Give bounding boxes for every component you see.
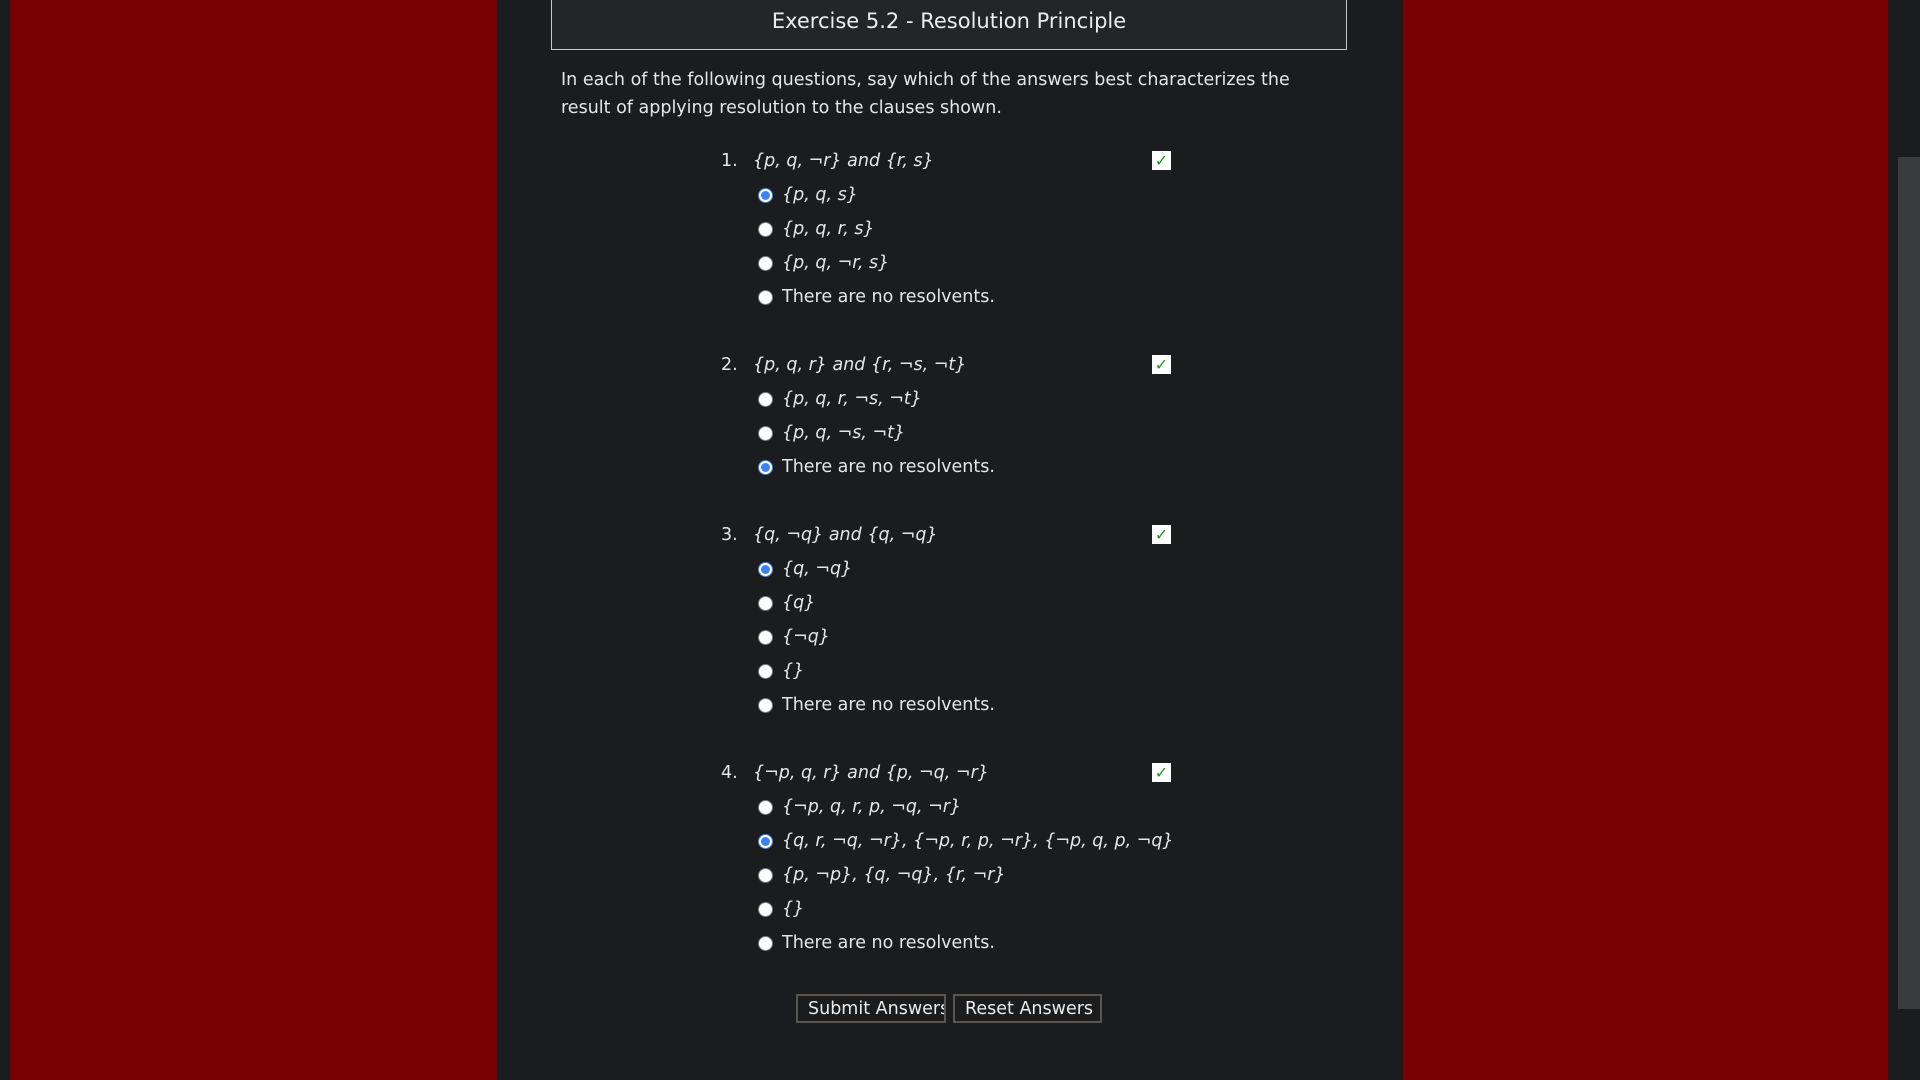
answer-label: {p, q, ¬r, s} xyxy=(782,253,890,273)
answer-radio[interactable] xyxy=(758,697,773,713)
answer-radio[interactable] xyxy=(758,459,773,475)
answer-label: {p, ¬p}, {q, ¬q}, {r, ¬r} xyxy=(782,865,1006,885)
answer-option[interactable]: There are no resolvents. xyxy=(721,926,1181,960)
question-line: 1. {p, q, ¬r} and {r, s} xyxy=(721,144,1181,178)
question-list: 1. {p, q, ¬r} and {r, s} ✓ {p, q, s} {p, … xyxy=(721,144,1181,994)
question-line: 2. {p, q, r} and {r, ¬s, ¬t} xyxy=(721,348,1181,382)
answer-option[interactable]: {p, ¬p}, {q, ¬q}, {r, ¬r} xyxy=(721,858,1181,892)
scrollbar-thumb[interactable] xyxy=(1898,157,1920,1009)
answer-option[interactable]: There are no resolvents. xyxy=(721,450,1181,484)
answer-option[interactable]: {p, q, r, s} xyxy=(721,212,1181,246)
answer-radio[interactable] xyxy=(758,867,773,883)
correct-check-icon: ✓ xyxy=(1152,525,1171,544)
answer-label: {q} xyxy=(782,593,816,613)
answer-label: {q, ¬q} xyxy=(782,559,853,579)
question-3: 3. {q, ¬q} and {q, ¬q} ✓ {q, ¬q} {q} {¬q}… xyxy=(721,518,1181,722)
answer-radio[interactable] xyxy=(758,255,773,271)
answer-radio[interactable] xyxy=(758,799,773,815)
answer-label: {p, q, ¬s, ¬t} xyxy=(782,423,906,443)
answer-radio[interactable] xyxy=(758,187,773,203)
answer-option[interactable]: {q, r, ¬q, ¬r}, {¬p, r, p, ¬r}, {¬p, q, … xyxy=(721,824,1181,858)
answer-radio[interactable] xyxy=(758,391,773,407)
answer-option[interactable]: {¬p, q, r, p, ¬q, ¬r} xyxy=(721,790,1181,824)
answer-option[interactable]: {¬q} xyxy=(721,620,1181,654)
question-line: 4. {¬p, q, r} and {p, ¬q, ¬r} xyxy=(721,756,1181,790)
answer-label: {¬p, q, r, p, ¬q, ¬r} xyxy=(782,797,962,817)
answer-label: {} xyxy=(782,661,805,681)
question-line: 3. {q, ¬q} and {q, ¬q} xyxy=(721,518,1181,552)
answer-option[interactable]: {q, ¬q} xyxy=(721,552,1181,586)
correct-check-icon: ✓ xyxy=(1152,763,1171,782)
form-buttons: Submit Answers Reset Answers xyxy=(796,994,1102,1023)
answer-option[interactable]: {p, q, ¬r, s} xyxy=(721,246,1181,280)
answer-option[interactable]: {p, q, s} xyxy=(721,178,1181,212)
answer-radio[interactable] xyxy=(758,289,773,305)
answer-radio[interactable] xyxy=(758,595,773,611)
correct-check-icon: ✓ xyxy=(1152,355,1171,374)
left-edge xyxy=(0,0,10,1080)
answer-radio[interactable] xyxy=(758,629,773,645)
answer-label: There are no resolvents. xyxy=(782,287,995,307)
answer-radio[interactable] xyxy=(758,561,773,577)
answer-label: {q, r, ¬q, ¬r}, {¬p, r, p, ¬r}, {¬p, q, … xyxy=(782,831,1174,851)
answer-option[interactable]: There are no resolvents. xyxy=(721,280,1181,314)
left-background xyxy=(10,0,497,1080)
answer-option[interactable]: {p, q, r, ¬s, ¬t} xyxy=(721,382,1181,416)
question-number: 2. xyxy=(721,355,738,375)
question-clauses: {p, q, ¬r} and {r, s} xyxy=(753,151,934,171)
answer-radio[interactable] xyxy=(758,833,773,849)
answer-label: {} xyxy=(782,899,805,919)
answer-radio[interactable] xyxy=(758,221,773,237)
answer-label: There are no resolvents. xyxy=(782,695,995,715)
answer-label: {p, q, r, ¬s, ¬t} xyxy=(782,389,922,409)
question-clauses: {¬p, q, r} and {p, ¬q, ¬r} xyxy=(753,763,989,783)
question-4: 4. {¬p, q, r} and {p, ¬q, ¬r} ✓ {¬p, q, r… xyxy=(721,756,1181,960)
answer-label: {¬q} xyxy=(782,627,831,647)
answer-radio[interactable] xyxy=(758,663,773,679)
answer-option[interactable]: {} xyxy=(721,654,1181,688)
answer-label: There are no resolvents. xyxy=(782,933,995,953)
question-2: 2. {p, q, r} and {r, ¬s, ¬t} ✓ {p, q, r, … xyxy=(721,348,1181,484)
page-title: Exercise 5.2 - Resolution Principle xyxy=(551,0,1347,50)
question-1: 1. {p, q, ¬r} and {r, s} ✓ {p, q, s} {p, … xyxy=(721,144,1181,314)
answer-radio[interactable] xyxy=(758,901,773,917)
answer-option[interactable]: There are no resolvents. xyxy=(721,688,1181,722)
question-clauses: {p, q, r} and {r, ¬s, ¬t} xyxy=(753,355,967,375)
question-number: 4. xyxy=(721,763,738,783)
answer-option[interactable]: {} xyxy=(721,892,1181,926)
question-number: 1. xyxy=(721,151,738,171)
answer-radio[interactable] xyxy=(758,935,773,951)
answer-radio[interactable] xyxy=(758,425,773,441)
correct-check-icon: ✓ xyxy=(1152,151,1171,170)
question-clauses: {q, ¬q} and {q, ¬q} xyxy=(753,525,938,545)
right-background xyxy=(1403,0,1888,1080)
answer-option[interactable]: {q} xyxy=(721,586,1181,620)
answer-label: There are no resolvents. xyxy=(782,457,995,477)
instructions: In each of the following questions, say … xyxy=(561,70,1290,118)
question-number: 3. xyxy=(721,525,738,545)
answer-option[interactable]: {p, q, ¬s, ¬t} xyxy=(721,416,1181,450)
answer-label: {p, q, s} xyxy=(782,185,858,205)
reset-answers-button[interactable]: Reset Answers xyxy=(953,994,1102,1023)
answer-label: {p, q, r, s} xyxy=(782,219,875,239)
submit-answers-button[interactable]: Submit Answers xyxy=(796,994,946,1023)
